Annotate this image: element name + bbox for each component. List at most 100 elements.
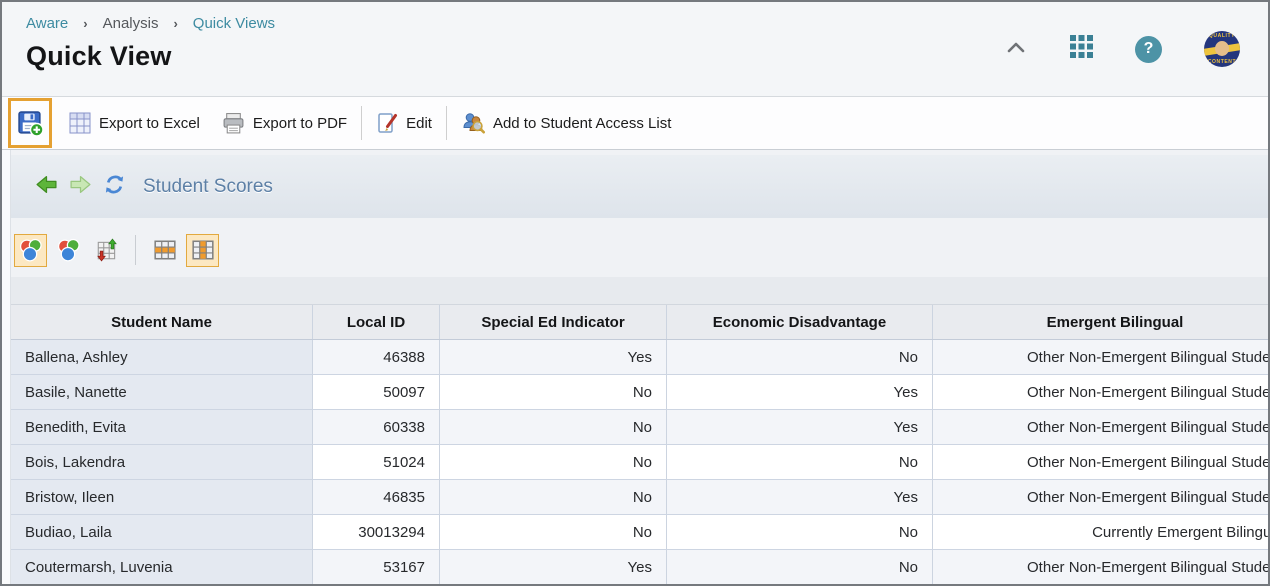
grid-group-band (11, 277, 1268, 305)
economic-disadvantage-cell: No (667, 340, 933, 374)
table-row[interactable]: Bristow, Ileen 46835 No Yes Other Non-Em… (11, 480, 1268, 515)
breadcrumb: Aware › Analysis › Quick Views (2, 2, 1268, 32)
special-ed-cell: No (440, 480, 667, 514)
column-layout-button-active[interactable] (186, 234, 219, 267)
table-row[interactable]: Bois, Lakendra 51024 No No Other Non-Eme… (11, 445, 1268, 480)
table-row[interactable]: Benedith, Evita 60338 No Yes Other Non-E… (11, 410, 1268, 445)
special-ed-cell: No (440, 445, 667, 479)
emergent-bilingual-cell: Other Non-Emergent Bilingual Student (933, 480, 1268, 514)
avatar-top-text: QUALITY (1204, 33, 1240, 39)
chart-view-button-active[interactable] (14, 234, 47, 267)
report-nav-bar: Student Scores (11, 155, 1268, 218)
report-title: Student Scores (143, 176, 273, 198)
chart-view-button[interactable] (52, 234, 85, 267)
student-name-cell: Bristow, Ileen (11, 480, 313, 514)
economic-disadvantage-cell: Yes (667, 480, 933, 514)
economic-disadvantage-cell: No (667, 550, 933, 584)
row-layout-button[interactable] (148, 234, 181, 267)
breadcrumb-quick-views[interactable]: Quick Views (193, 15, 275, 32)
local-id-cell: 46388 (313, 340, 440, 374)
sort-grid-icon (95, 238, 119, 262)
view-options-toolbar (11, 231, 1268, 269)
edit-button[interactable]: Edit (365, 104, 443, 142)
special-ed-cell: No (440, 515, 667, 549)
emergent-bilingual-cell: Currently Emergent Bilingual (933, 515, 1268, 549)
column-header-emergent-bilingual[interactable]: Emergent Bilingual (933, 305, 1268, 339)
app-window: Aware › Analysis › Quick Views Quick Vie… (0, 0, 1270, 586)
local-id-cell: 46835 (313, 480, 440, 514)
local-id-cell: 51024 (313, 445, 440, 479)
column-header-economic-disadvantage[interactable]: Economic Disadvantage (667, 305, 933, 339)
table-header-row: Student Name Local ID Special Ed Indicat… (11, 305, 1268, 340)
table-row[interactable]: Coutermarsh, Luvenia 53167 Yes No Other … (11, 550, 1268, 584)
emergent-bilingual-cell: Other Non-Emergent Bilingual Student (933, 410, 1268, 444)
add-to-student-access-list-button[interactable]: Add to Student Access List (450, 104, 682, 142)
column-header-local-id[interactable]: Local ID (313, 305, 440, 339)
emergent-bilingual-cell: Other Non-Emergent Bilingual Student (933, 550, 1268, 584)
breadcrumb-analysis[interactable]: Analysis (103, 15, 159, 32)
special-ed-cell: Yes (440, 340, 667, 374)
venn-balls-icon (18, 238, 43, 263)
column-header-special-ed[interactable]: Special Ed Indicator (440, 305, 667, 339)
emergent-bilingual-cell: Other Non-Emergent Bilingual Student (933, 340, 1268, 374)
main-toolbar: Export to Excel Export to PDF Edit (2, 96, 1268, 150)
avatar-bottom-text: CONTENT (1204, 59, 1240, 65)
student-scores-table: Student Name Local ID Special Ed Indicat… (11, 305, 1268, 584)
economic-disadvantage-cell: No (667, 445, 933, 479)
content-area: Student Scores (2, 150, 1268, 584)
header-actions: ? QUALITY CONTENT (1004, 31, 1240, 67)
toolbar-separator (361, 106, 362, 140)
apps-grid-icon[interactable] (1070, 35, 1093, 63)
student-name-cell: Ballena, Ashley (11, 340, 313, 374)
edit-label: Edit (406, 115, 432, 132)
export-pdf-label: Export to PDF (253, 115, 347, 132)
economic-disadvantage-cell: Yes (667, 410, 933, 444)
student-name-cell: Budiao, Laila (11, 515, 313, 549)
venn-balls-icon (56, 238, 81, 263)
student-access-icon (461, 111, 485, 135)
save-icon (17, 110, 44, 137)
student-name-cell: Basile, Nanette (11, 375, 313, 409)
toolbar-separator (446, 106, 447, 140)
student-name-cell: Benedith, Evita (11, 410, 313, 444)
economic-disadvantage-cell: No (667, 515, 933, 549)
economic-disadvantage-cell: Yes (667, 375, 933, 409)
local-id-cell: 60338 (313, 410, 440, 444)
profile-avatar[interactable]: QUALITY CONTENT (1204, 31, 1240, 67)
table-row[interactable]: Budiao, Laila 30013294 No No Currently E… (11, 515, 1268, 550)
avatar-face (1215, 41, 1229, 56)
table-row[interactable]: Basile, Nanette 50097 No Yes Other Non-E… (11, 375, 1268, 410)
chevron-right-icon: › (173, 16, 177, 31)
edit-pencil-icon (376, 112, 398, 134)
back-arrow-icon[interactable] (35, 173, 58, 201)
special-ed-cell: No (440, 410, 667, 444)
toolbar-separator (135, 235, 136, 265)
breadcrumb-aware[interactable]: Aware (26, 15, 68, 32)
sort-data-button[interactable] (90, 234, 123, 267)
export-excel-label: Export to Excel (99, 115, 200, 132)
table-row[interactable]: Ballena, Ashley 46388 Yes No Other Non-E… (11, 340, 1268, 375)
export-pdf-button[interactable]: Export to PDF (211, 104, 358, 142)
forward-arrow-icon[interactable] (69, 173, 92, 201)
page-header: Aware › Analysis › Quick Views Quick Vie… (2, 2, 1268, 96)
collapse-chevron-icon[interactable] (1004, 37, 1028, 62)
column-header-student-name[interactable]: Student Name (11, 305, 313, 339)
special-ed-cell: Yes (440, 550, 667, 584)
add-to-student-access-list-label: Add to Student Access List (493, 115, 671, 132)
local-id-cell: 30013294 (313, 515, 440, 549)
emergent-bilingual-cell: Other Non-Emergent Bilingual Student (933, 375, 1268, 409)
export-excel-button[interactable]: Export to Excel (58, 104, 211, 142)
chevron-right-icon: › (83, 16, 87, 31)
save-button-highlight[interactable] (8, 98, 52, 148)
table-rows-icon (153, 238, 177, 262)
emergent-bilingual-cell: Other Non-Emergent Bilingual Student (933, 445, 1268, 479)
student-name-cell: Coutermarsh, Luvenia (11, 550, 313, 584)
special-ed-cell: No (440, 375, 667, 409)
local-id-cell: 53167 (313, 550, 440, 584)
left-gutter (2, 150, 11, 584)
excel-grid-icon (69, 112, 91, 134)
refresh-icon[interactable] (103, 173, 126, 201)
table-columns-icon (191, 238, 215, 262)
help-icon[interactable]: ? (1135, 36, 1162, 63)
student-name-cell: Bois, Lakendra (11, 445, 313, 479)
